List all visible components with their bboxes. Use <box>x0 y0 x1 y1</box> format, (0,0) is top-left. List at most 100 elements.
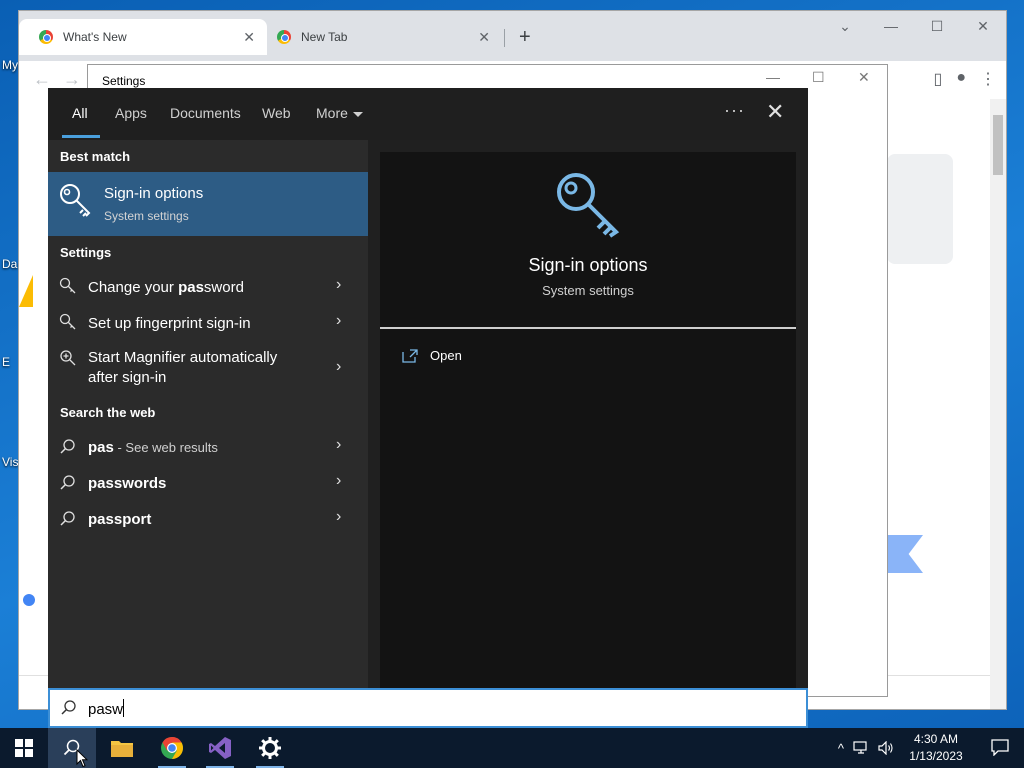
web-result-passwords[interactable]: passwords › <box>48 468 368 500</box>
chrome-favicon-icon <box>277 30 291 44</box>
best-match-title: Sign-in options <box>104 185 204 202</box>
open-action[interactable]: Open <box>402 348 462 363</box>
minimize-icon[interactable]: — <box>868 11 914 41</box>
web-result-passport[interactable]: passport › <box>48 504 368 536</box>
result-label: Start Magnifier automatically after sign-… <box>88 349 278 386</box>
chevron-right-icon[interactable]: › <box>336 472 341 490</box>
back-arrow-icon[interactable]: ← <box>33 69 51 90</box>
profile-avatar-icon[interactable]: ● <box>956 69 966 89</box>
network-icon[interactable] <box>853 741 869 755</box>
filter-tab-all[interactable]: All <box>72 105 88 121</box>
notification-icon[interactable] <box>990 738 1010 756</box>
result-label: Set up fingerprint sign-in <box>88 315 251 332</box>
chrome-favicon-icon <box>39 30 53 44</box>
desktop-icon-label[interactable]: Vis <box>2 455 18 469</box>
preview-title: Sign-in options <box>528 255 648 275</box>
side-panel-icon[interactable]: ▯ <box>934 69 943 89</box>
magnifier-icon <box>60 350 76 366</box>
decorative-shape <box>19 275 33 307</box>
tab-search-icon[interactable]: ⌄ <box>822 11 868 41</box>
system-tray: ^ <box>838 728 894 768</box>
new-tab-button[interactable]: + <box>519 26 531 49</box>
search-results-list: Best match Sign-in options System settin… <box>48 140 368 688</box>
desktop-icon-label[interactable]: E <box>2 355 10 369</box>
tab-title: New Tab <box>301 30 348 44</box>
forward-arrow-icon[interactable]: → <box>63 69 81 90</box>
search-input[interactable]: pasw <box>48 688 808 728</box>
divider <box>380 327 796 329</box>
start-button[interactable] <box>0 728 48 768</box>
tab-whats-new[interactable]: What's New ✕ <box>19 19 267 55</box>
scrollbar-thumb[interactable] <box>993 115 1003 175</box>
tab-new-tab[interactable]: New Tab ✕ <box>257 19 502 55</box>
search-icon <box>61 700 76 715</box>
filter-tab-documents[interactable]: Documents <box>170 105 241 121</box>
chevron-right-icon[interactable]: › <box>336 508 341 526</box>
clock[interactable]: 4:30 AM 1/13/2023 <box>906 731 966 765</box>
more-label: More <box>316 105 348 121</box>
settings-heading: Settings <box>60 245 112 260</box>
result-magnifier[interactable]: Start Magnifier automatically after sign-… <box>48 344 368 390</box>
search-icon <box>60 475 75 490</box>
web-result-pas[interactable]: pas - See web results › <box>48 432 368 464</box>
result-preview-pane: Sign-in options System settings Open <box>380 152 796 688</box>
search-query: pasw <box>88 699 125 718</box>
chrome-button[interactable] <box>148 728 196 768</box>
maximize-icon[interactable]: ☐ <box>812 69 825 86</box>
best-match-item[interactable]: Sign-in options System settings <box>48 172 368 236</box>
filter-tab-web[interactable]: Web <box>262 105 291 121</box>
windows-logo-icon <box>15 739 33 757</box>
search-icon <box>60 511 75 526</box>
close-tab-icon[interactable]: ✕ <box>478 29 490 46</box>
start-search-panel: All Apps Documents Web More ··· ✕ Best m… <box>48 88 808 688</box>
visual-studio-icon <box>209 737 231 759</box>
carousel-dot[interactable] <box>23 594 35 606</box>
mouse-cursor-icon <box>76 749 88 768</box>
more-options-icon[interactable]: ··· <box>724 100 745 121</box>
chevron-right-icon[interactable]: › <box>336 312 341 330</box>
menu-kebab-icon[interactable]: ⋮ <box>980 69 996 89</box>
result-change-password[interactable]: Change your password › <box>48 272 368 304</box>
visual-studio-button[interactable] <box>196 728 244 768</box>
result-fingerprint[interactable]: Set up fingerprint sign-in › <box>48 308 368 340</box>
close-window-icon[interactable]: ✕ <box>858 69 870 86</box>
open-label: Open <box>430 348 462 363</box>
result-label: passport <box>88 511 152 528</box>
filter-tab-apps[interactable]: Apps <box>115 105 147 121</box>
close-window-icon[interactable]: ✕ <box>960 11 1006 41</box>
open-external-icon <box>402 348 418 363</box>
settings-button[interactable] <box>246 728 294 768</box>
filter-tab-more[interactable]: More <box>316 105 363 121</box>
caret-down-icon <box>352 111 363 117</box>
scrollbar[interactable] <box>990 99 1006 709</box>
gear-icon <box>259 737 281 759</box>
maximize-icon[interactable]: ☐ <box>914 11 960 41</box>
folder-icon <box>111 741 133 757</box>
chevron-right-icon[interactable]: › <box>336 358 341 376</box>
clock-time: 4:30 AM <box>913 732 959 746</box>
chevron-right-icon[interactable]: › <box>336 436 341 454</box>
close-search-icon[interactable]: ✕ <box>766 99 784 125</box>
taskbar: ^ 4:30 AM 1/13/2023 <box>0 728 1024 768</box>
toolbar-right: ▯ ● ⋮ <box>934 69 996 89</box>
search-icon <box>60 439 75 454</box>
close-tab-icon[interactable]: ✕ <box>243 29 255 46</box>
tab-separator <box>504 29 505 47</box>
result-label: Change your password <box>88 279 244 296</box>
chevron-right-icon[interactable]: › <box>336 276 341 294</box>
chrome-window-controls: ⌄ — ☐ ✕ <box>822 11 1006 41</box>
desktop-icon-label[interactable]: Da <box>2 257 17 271</box>
minimize-icon[interactable]: — <box>766 69 780 85</box>
search-filter-bar: All Apps Documents Web More ··· ✕ <box>48 88 808 140</box>
show-hidden-icons-icon[interactable]: ^ <box>838 741 844 756</box>
search-button[interactable] <box>48 728 96 768</box>
clock-date: 1/13/2023 <box>909 749 963 763</box>
volume-icon[interactable] <box>878 741 894 755</box>
key-icon <box>557 173 620 238</box>
key-icon <box>59 313 76 330</box>
search-web-heading: Search the web <box>60 405 156 420</box>
result-label: passwords <box>88 475 167 492</box>
desktop-icon-label[interactable]: My <box>2 58 18 72</box>
file-explorer-button[interactable] <box>98 728 146 768</box>
key-icon <box>60 184 91 217</box>
